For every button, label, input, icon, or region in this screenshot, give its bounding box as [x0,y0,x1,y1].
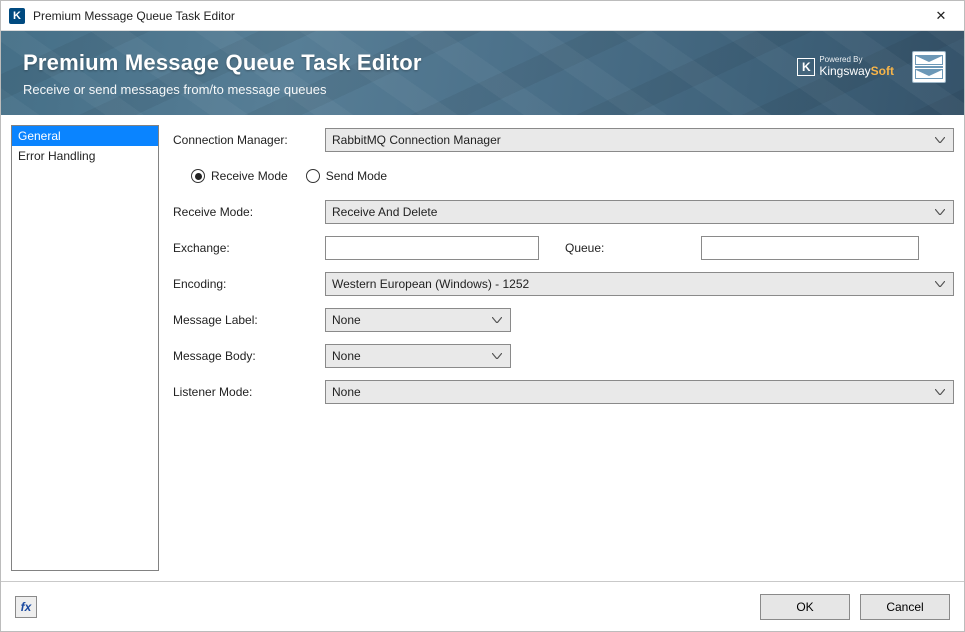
send-mode-radio[interactable]: Send Mode [306,169,387,183]
listener-mode-select[interactable]: None [325,380,954,404]
receive-mode-radio-label: Receive Mode [211,169,288,183]
queue-label: Queue: [565,241,701,255]
receive-mode-radio[interactable]: Receive Mode [191,169,288,183]
editor-window: K Premium Message Queue Task Editor ✕ Pr… [0,0,965,632]
nav-item-error-handling[interactable]: Error Handling [12,146,158,166]
mail-queue-icon [912,51,946,83]
ok-button[interactable]: OK [760,594,850,620]
connection-manager-label: Connection Manager: [173,133,325,147]
radio-unselected-icon [306,169,320,183]
listener-mode-label: Listener Mode: [173,385,325,399]
radio-selected-icon [191,169,205,183]
connection-manager-select[interactable]: RabbitMQ Connection Manager [325,128,954,152]
banner-title: Premium Message Queue Task Editor [23,50,422,76]
nav-item-general[interactable]: General [12,126,158,146]
send-mode-radio-label: Send Mode [326,169,387,183]
logo-k-icon: K [797,58,815,76]
expression-fx-button[interactable]: fx [15,596,37,618]
body-area: General Error Handling Connection Manage… [1,115,964,581]
encoding-label: Encoding: [173,277,325,291]
exchange-input[interactable] [325,236,539,260]
logo-powered-by: Powered By [819,56,894,65]
close-icon: ✕ [936,9,947,22]
form-panel: Connection Manager: RabbitMQ Connection … [173,125,954,571]
message-body-select[interactable]: None [325,344,511,368]
window-title: Premium Message Queue Task Editor [33,9,918,23]
receive-mode-select[interactable]: Receive And Delete [325,200,954,224]
cancel-button[interactable]: Cancel [860,594,950,620]
app-icon: K [9,8,25,24]
close-button[interactable]: ✕ [918,1,964,31]
message-body-label: Message Body: [173,349,325,363]
exchange-label: Exchange: [173,241,325,255]
banner-subtitle: Receive or send messages from/to message… [23,82,422,97]
header-banner: Premium Message Queue Task Editor Receiv… [1,31,964,115]
nav-sidepane: General Error Handling [11,125,159,571]
encoding-select[interactable]: Western European (Windows) - 1252 [325,272,954,296]
receive-mode-label: Receive Mode: [173,205,325,219]
queue-input[interactable] [701,236,919,260]
footer-bar: fx OK Cancel [1,581,964,631]
kingswaysoft-logo: K Powered By KingswaySoft [797,56,894,78]
message-label-label: Message Label: [173,313,325,327]
logo-brand-1: Kingsway [819,64,870,78]
message-label-select[interactable]: None [325,308,511,332]
titlebar: K Premium Message Queue Task Editor ✕ [1,1,964,31]
logo-brand-2: Soft [871,64,894,78]
